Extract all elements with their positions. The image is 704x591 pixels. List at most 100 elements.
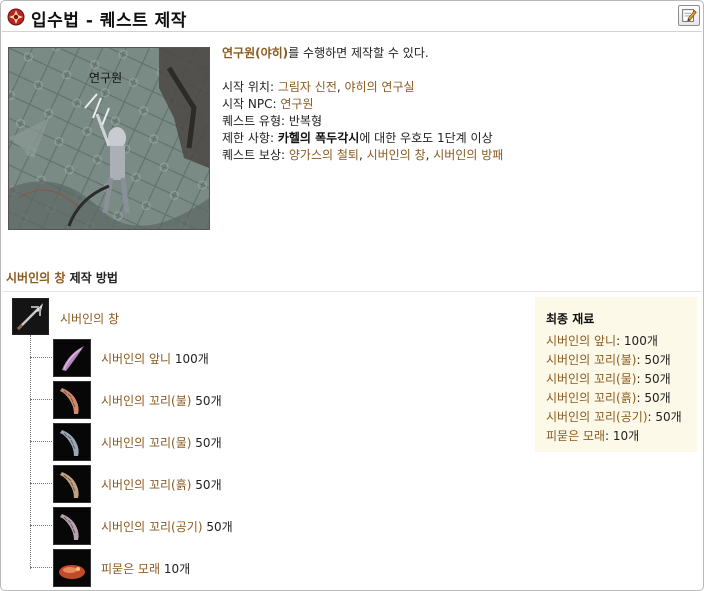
final-material-item: 시버인의 꼬리(불): 50개 bbox=[546, 351, 682, 370]
final-materials-title: 최종 재료 bbox=[546, 312, 595, 326]
final-material-item: 시버인의 앞니: 100개 bbox=[546, 332, 682, 351]
water-tail-icon bbox=[60, 430, 79, 456]
spear-icon bbox=[13, 299, 48, 334]
fire-tail-icon bbox=[60, 388, 79, 414]
quest-info: 연구원(야히)를 수행하면 제작할 수 있다. 시작 위치: 그림자 신전, 야… bbox=[222, 45, 692, 164]
ingredient-label: 시버인의 꼬리(불) 50개 bbox=[101, 392, 222, 409]
fang-icon bbox=[62, 346, 84, 371]
final-material-quantity: : 10개 bbox=[605, 429, 640, 443]
tree-branch bbox=[30, 441, 52, 442]
intro-text: 를 수행하면 제작할 수 있다. bbox=[288, 46, 429, 60]
final-materials-panel: 최종 재료 시버인의 앞니: 100개 시버인의 꼬리(불): 50개 시버인의 꼬… bbox=[535, 297, 697, 452]
ingredient-quantity: 50개 bbox=[206, 520, 233, 534]
ingredient-icon-slot[interactable] bbox=[53, 465, 91, 503]
reward-line: 퀘스트 보상: 양가스의 철퇴, 시버인의 창, 시버인의 방패 bbox=[222, 147, 692, 164]
edit-button[interactable] bbox=[678, 5, 700, 26]
quest-npc-link[interactable]: 연구원(야히) bbox=[222, 46, 288, 60]
final-material-link[interactable]: 피묻은 모래 bbox=[546, 429, 605, 443]
page-frame: 입수법 - 퀘스트 제작 연구원 연구원(야히)를 수행하면 제작할 수 있다.… bbox=[0, 0, 704, 591]
quest-type-label: 퀘스트 유형: bbox=[222, 114, 289, 128]
reward-link-2[interactable]: 시버인의 창 bbox=[367, 148, 426, 162]
tree-branch bbox=[30, 399, 52, 400]
ingredient-icon-slot[interactable] bbox=[53, 549, 91, 587]
ingredient-quantity: 50개 bbox=[195, 436, 222, 450]
ingredient-icon-slot[interactable] bbox=[53, 507, 91, 545]
start-npc-label: 시작 NPC: bbox=[222, 97, 281, 111]
start-location-label: 시작 위치: bbox=[222, 80, 278, 94]
ingredient-label: 피묻은 모래 10개 bbox=[101, 560, 190, 577]
final-material-quantity: : 100개 bbox=[616, 334, 658, 348]
page-header: 입수법 - 퀘스트 제작 bbox=[2, 2, 702, 32]
ingredient-quantity: 10개 bbox=[163, 562, 191, 576]
crafted-item-link[interactable]: 시버인의 창 bbox=[60, 310, 119, 327]
reward-label: 퀘스트 보상: bbox=[222, 148, 289, 162]
bloody-sand-icon bbox=[59, 565, 85, 579]
final-material-quantity: : 50개 bbox=[636, 372, 671, 386]
tree-branch bbox=[30, 357, 52, 358]
ingredient-icon-slot[interactable] bbox=[53, 381, 91, 419]
final-materials-list: 시버인의 앞니: 100개 시버인의 꼬리(불): 50개 시버인의 꼬리(물): … bbox=[546, 332, 682, 446]
start-location-link-1[interactable]: 그림자 신전 bbox=[278, 80, 337, 94]
earth-tail-icon bbox=[60, 472, 79, 498]
start-npc-link[interactable]: 연구원 bbox=[280, 97, 313, 111]
recipe-section-title: 시버인의 창 제작 방법 bbox=[6, 269, 118, 286]
ingredient-link[interactable]: 시버인의 꼬리(불) bbox=[101, 394, 191, 408]
ingredient-quantity: 50개 bbox=[195, 478, 222, 492]
start-location-separator: , bbox=[336, 80, 345, 94]
ingredient-label: 시버인의 꼬리(물) 50개 bbox=[101, 434, 222, 451]
ingredient-link[interactable]: 시버인의 꼬리(공기) bbox=[101, 520, 203, 534]
recipe-item-link[interactable]: 시버인의 창 bbox=[6, 271, 65, 285]
npc-scene-image: 연구원 bbox=[9, 48, 209, 229]
ingredient-row: 시버인의 꼬리(불) 50개 bbox=[30, 381, 430, 419]
reward-link-3[interactable]: 시버인의 방패 bbox=[433, 148, 503, 162]
ingredient-row: 시버인의 앞니 100개 bbox=[30, 339, 430, 377]
final-material-quantity: : 50개 bbox=[636, 391, 671, 405]
page-title: 입수법 - 퀘스트 제작 bbox=[31, 11, 187, 31]
start-location-link-2[interactable]: 야히의 연구실 bbox=[345, 80, 415, 94]
final-material-link[interactable]: 시버인의 꼬리(공기) bbox=[546, 410, 648, 424]
restriction-faction: 카헬의 폭두각시 bbox=[277, 131, 360, 145]
quest-type-value: 반복형 bbox=[288, 114, 322, 128]
ingredient-link[interactable]: 시버인의 꼬리(흙) bbox=[101, 478, 191, 492]
final-material-item: 시버인의 꼬리(물): 50개 bbox=[546, 370, 682, 389]
final-material-item: 피묻은 모래: 10개 bbox=[546, 427, 682, 446]
final-material-quantity: : 50개 bbox=[636, 353, 671, 367]
final-material-quantity: : 50개 bbox=[647, 410, 682, 424]
final-material-item: 시버인의 꼬리(흙): 50개 bbox=[546, 389, 682, 408]
recipe-title-text: 제작 방법 bbox=[65, 271, 118, 285]
final-material-link[interactable]: 시버인의 꼬리(물) bbox=[546, 372, 636, 386]
ingredient-link[interactable]: 시버인의 앞니 bbox=[101, 352, 171, 366]
ingredient-link[interactable]: 피묻은 모래 bbox=[101, 562, 160, 576]
restriction-line: 제한 사항: 카헬의 폭두각시에 대한 우호도 1단계 이상 bbox=[222, 130, 692, 147]
section-divider bbox=[2, 291, 702, 292]
reward-separator-1: , bbox=[358, 148, 367, 162]
ingredient-quantity: 50개 bbox=[195, 394, 222, 408]
ingredient-row: 피묻은 모래 10개 bbox=[30, 549, 430, 587]
reward-link-1[interactable]: 양가스의 철퇴 bbox=[289, 148, 359, 162]
ingredient-row: 시버인의 꼬리(공기) 50개 bbox=[30, 507, 430, 545]
ingredient-quantity: 100개 bbox=[174, 352, 209, 366]
ingredient-label: 시버인의 꼬리(공기) 50개 bbox=[101, 518, 233, 535]
final-material-link[interactable]: 시버인의 꼬리(흙) bbox=[546, 391, 636, 405]
edit-note-icon bbox=[682, 9, 697, 22]
ingredient-label: 시버인의 앞니 100개 bbox=[101, 350, 209, 367]
npc-name-label: 연구원 bbox=[89, 71, 122, 85]
tree-branch bbox=[30, 483, 52, 484]
start-npc-line: 시작 NPC: 연구원 bbox=[222, 96, 692, 113]
start-location-line: 시작 위치: 그림자 신전, 야히의 연구실 bbox=[222, 79, 692, 96]
restriction-text: 에 대한 우호도 1단계 이상 bbox=[359, 131, 493, 145]
final-material-link[interactable]: 시버인의 앞니 bbox=[546, 334, 616, 348]
ingredient-icon-slot[interactable] bbox=[53, 339, 91, 377]
ingredient-link[interactable]: 시버인의 꼬리(물) bbox=[101, 436, 191, 450]
final-material-item: 시버인의 꼬리(공기): 50개 bbox=[546, 408, 682, 427]
final-material-link[interactable]: 시버인의 꼬리(불) bbox=[546, 353, 636, 367]
tree-branch bbox=[30, 567, 52, 568]
ingredient-label: 시버인의 꼬리(흙) 50개 bbox=[101, 476, 222, 493]
ingredient-row: 시버인의 꼬리(흙) 50개 bbox=[30, 465, 430, 503]
quest-npc-screenshot: 연구원 bbox=[8, 47, 210, 230]
crafted-item-slot[interactable] bbox=[12, 298, 49, 335]
intro-line: 연구원(야히)를 수행하면 제작할 수 있다. bbox=[222, 45, 692, 62]
restriction-label: 제한 사항: bbox=[222, 131, 278, 145]
ingredient-icon-slot[interactable] bbox=[53, 423, 91, 461]
